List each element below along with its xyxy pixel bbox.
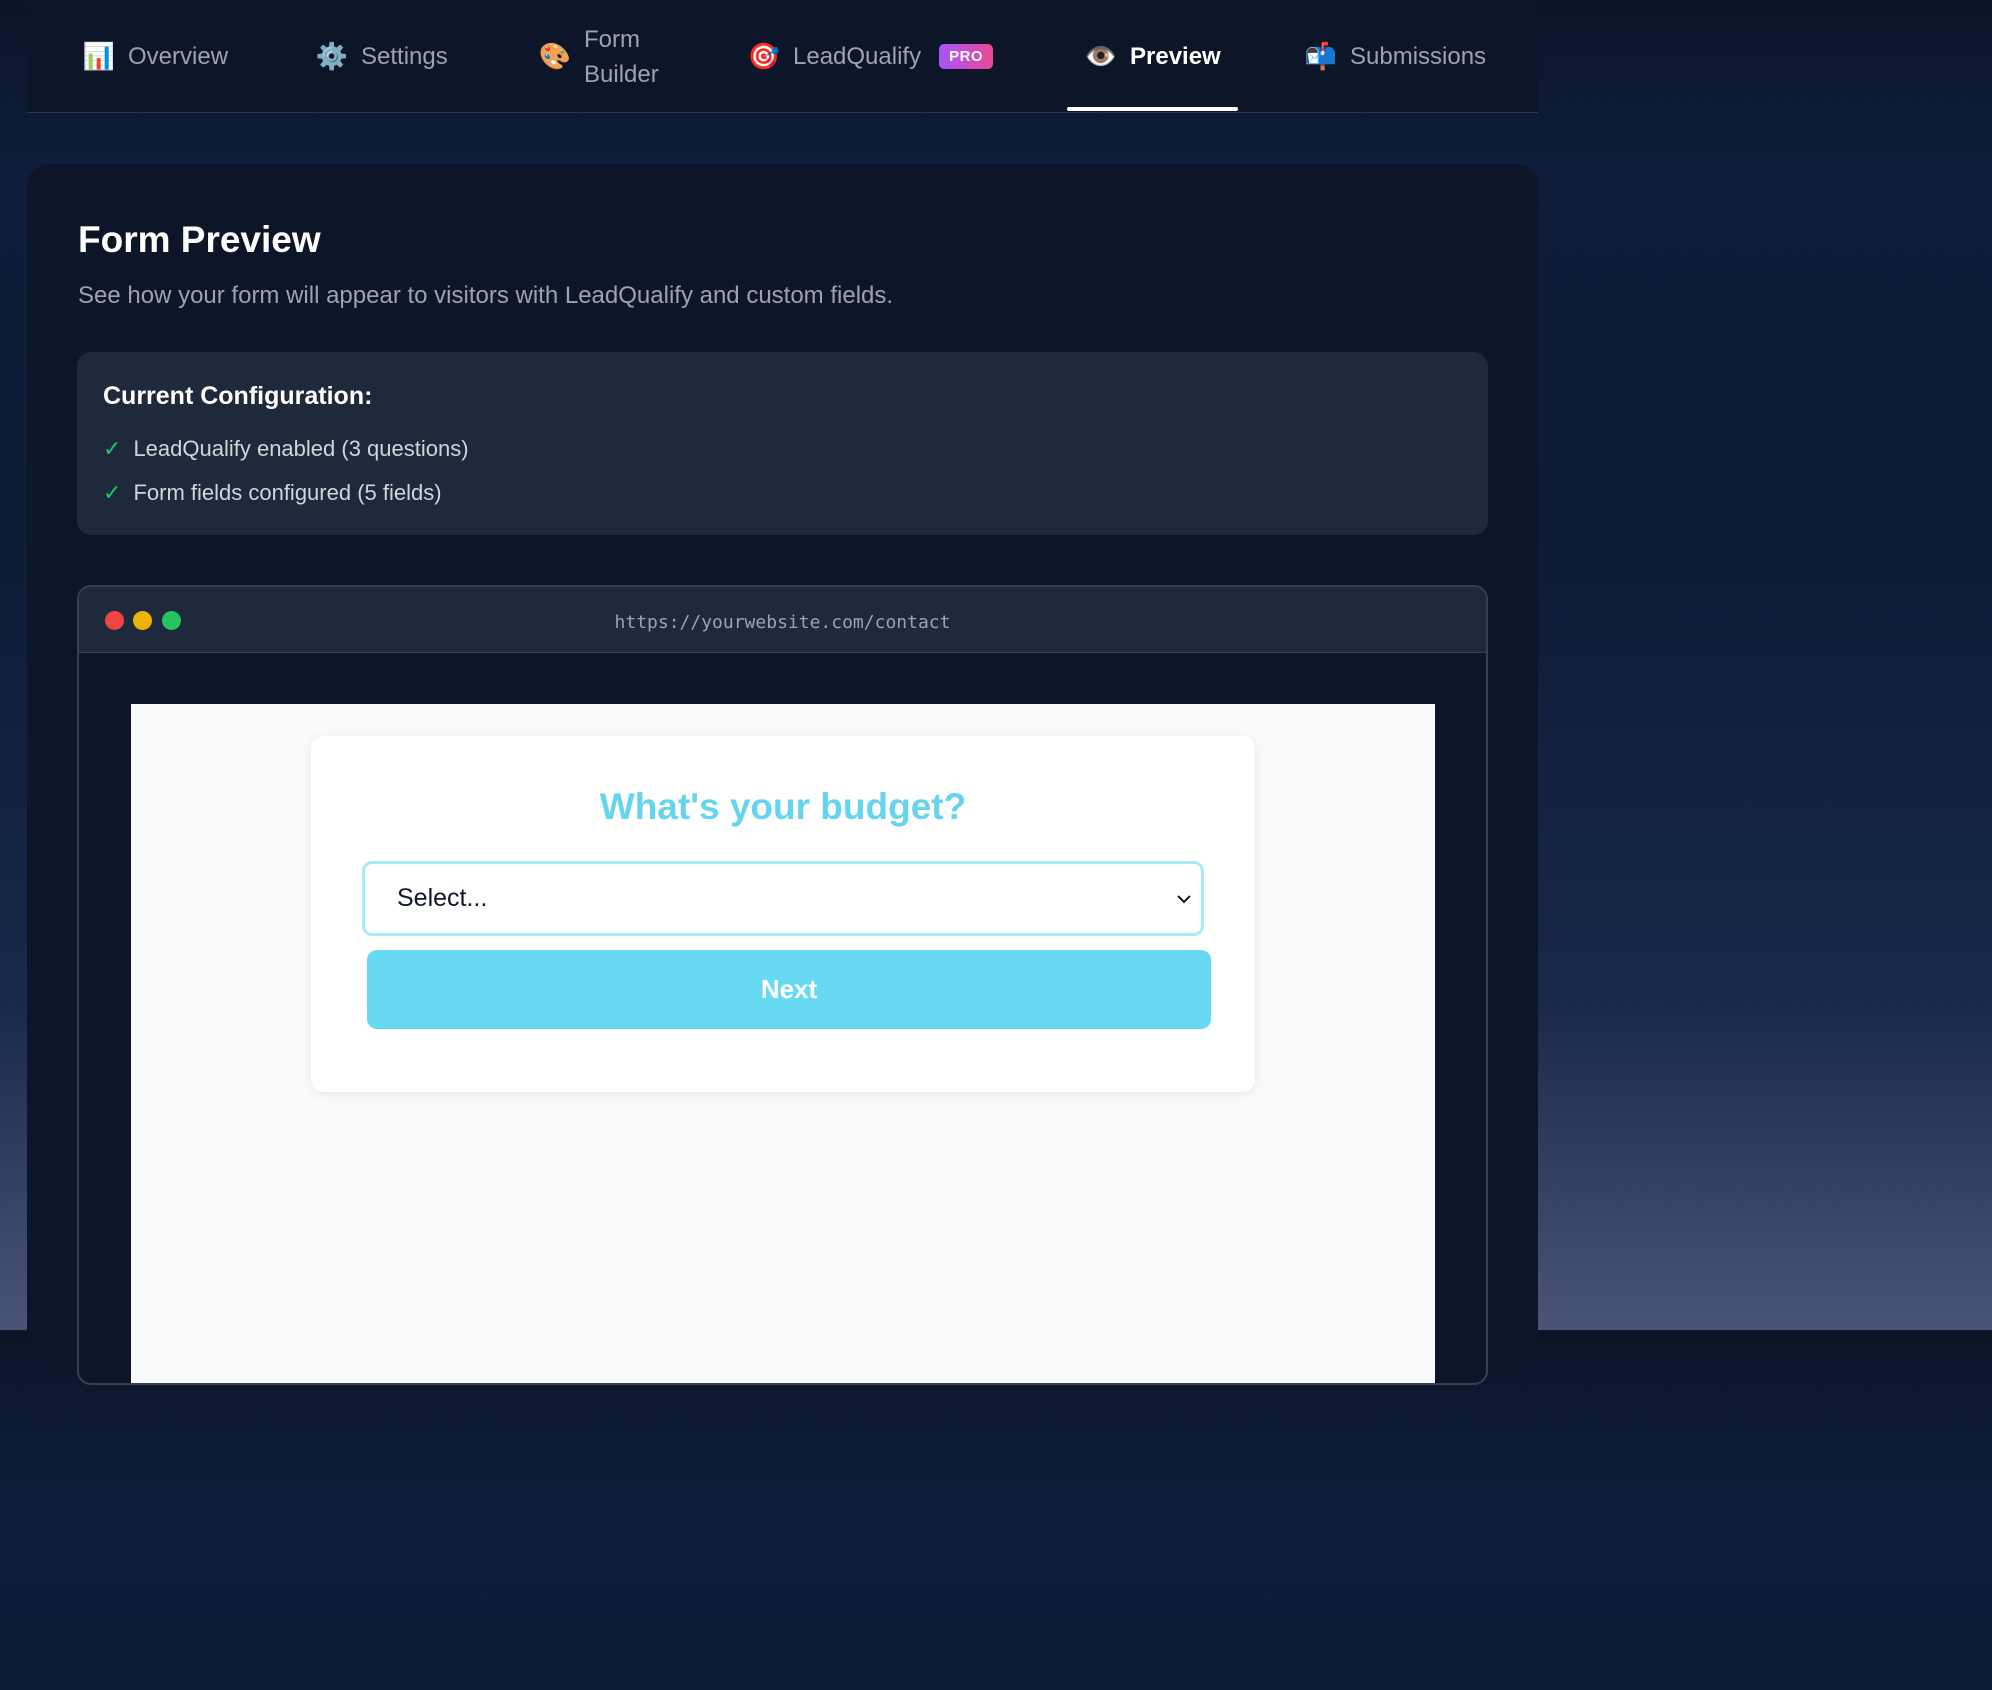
palette-icon: 🎨 <box>538 41 572 71</box>
select-value: Select... <box>397 884 488 912</box>
config-title: Current Configuration: <box>103 382 373 410</box>
gear-icon: ⚙️ <box>315 41 349 71</box>
tab-label: LeadQualify <box>793 43 922 70</box>
next-button[interactable]: Next <box>367 950 1211 1029</box>
tab-label-line2: Builder <box>584 60 659 88</box>
target-icon: 🎯 <box>747 41 781 71</box>
preview-panel: Form Preview See how your form will appe… <box>27 164 1538 1385</box>
config-item-text: LeadQualify enabled (3 questions) <box>133 436 469 461</box>
tab-label: Preview <box>1130 43 1221 70</box>
mailbox-icon: 📬 <box>1304 41 1338 71</box>
main-tab-bar: 📊 Overview ⚙️ Settings 🎨 Form Builder 🎯 … <box>27 0 1538 113</box>
config-item: ✓ Form fields configured (5 fields) <box>103 480 442 506</box>
active-tab-indicator <box>1067 107 1238 111</box>
tab-leadqualify[interactable]: 🎯 LeadQualify PRO <box>747 0 994 113</box>
tab-form-builder[interactable]: 🎨 Form Builder <box>538 0 659 113</box>
tab-label: Submissions <box>1350 43 1487 70</box>
page-subtitle: See how your form will appear to visitor… <box>78 282 894 309</box>
tab-preview[interactable]: 👁️ Preview <box>1084 0 1221 113</box>
budget-select[interactable]: Select... <box>362 861 1204 936</box>
question-title: What's your budget? <box>599 786 967 827</box>
config-item-text: Form fields configured (5 fields) <box>133 480 442 505</box>
tab-label: Settings <box>361 43 448 70</box>
bar-chart-icon: 📊 <box>82 41 116 71</box>
eye-icon: 👁️ <box>1084 41 1118 71</box>
leadqualify-form-card: What's your budget? Select... Next <box>311 736 1255 1092</box>
check-icon: ✓ <box>103 480 122 505</box>
current-configuration-box: Current Configuration: ✓ LeadQualify ena… <box>77 352 1488 535</box>
tab-settings[interactable]: ⚙️ Settings <box>315 0 448 113</box>
tab-overview[interactable]: 📊 Overview <box>82 0 229 113</box>
page-title: Form Preview <box>78 219 321 260</box>
tab-submissions[interactable]: 📬 Submissions <box>1304 0 1487 113</box>
browser-viewport: What's your budget? Select... Next <box>131 704 1435 1383</box>
config-item: ✓ LeadQualify enabled (3 questions) <box>103 436 469 462</box>
browser-mockup: https://yourwebsite.com/contact What's y… <box>77 585 1488 1385</box>
tab-label-line1: Form <box>584 25 640 53</box>
pro-badge: PRO <box>939 44 994 69</box>
tab-label: Overview <box>128 43 229 70</box>
browser-toolbar: https://yourwebsite.com/contact <box>79 587 1486 653</box>
browser-url: https://yourwebsite.com/contact <box>614 612 951 633</box>
check-icon: ✓ <box>103 436 122 461</box>
chevron-down-icon <box>1175 864 1193 933</box>
